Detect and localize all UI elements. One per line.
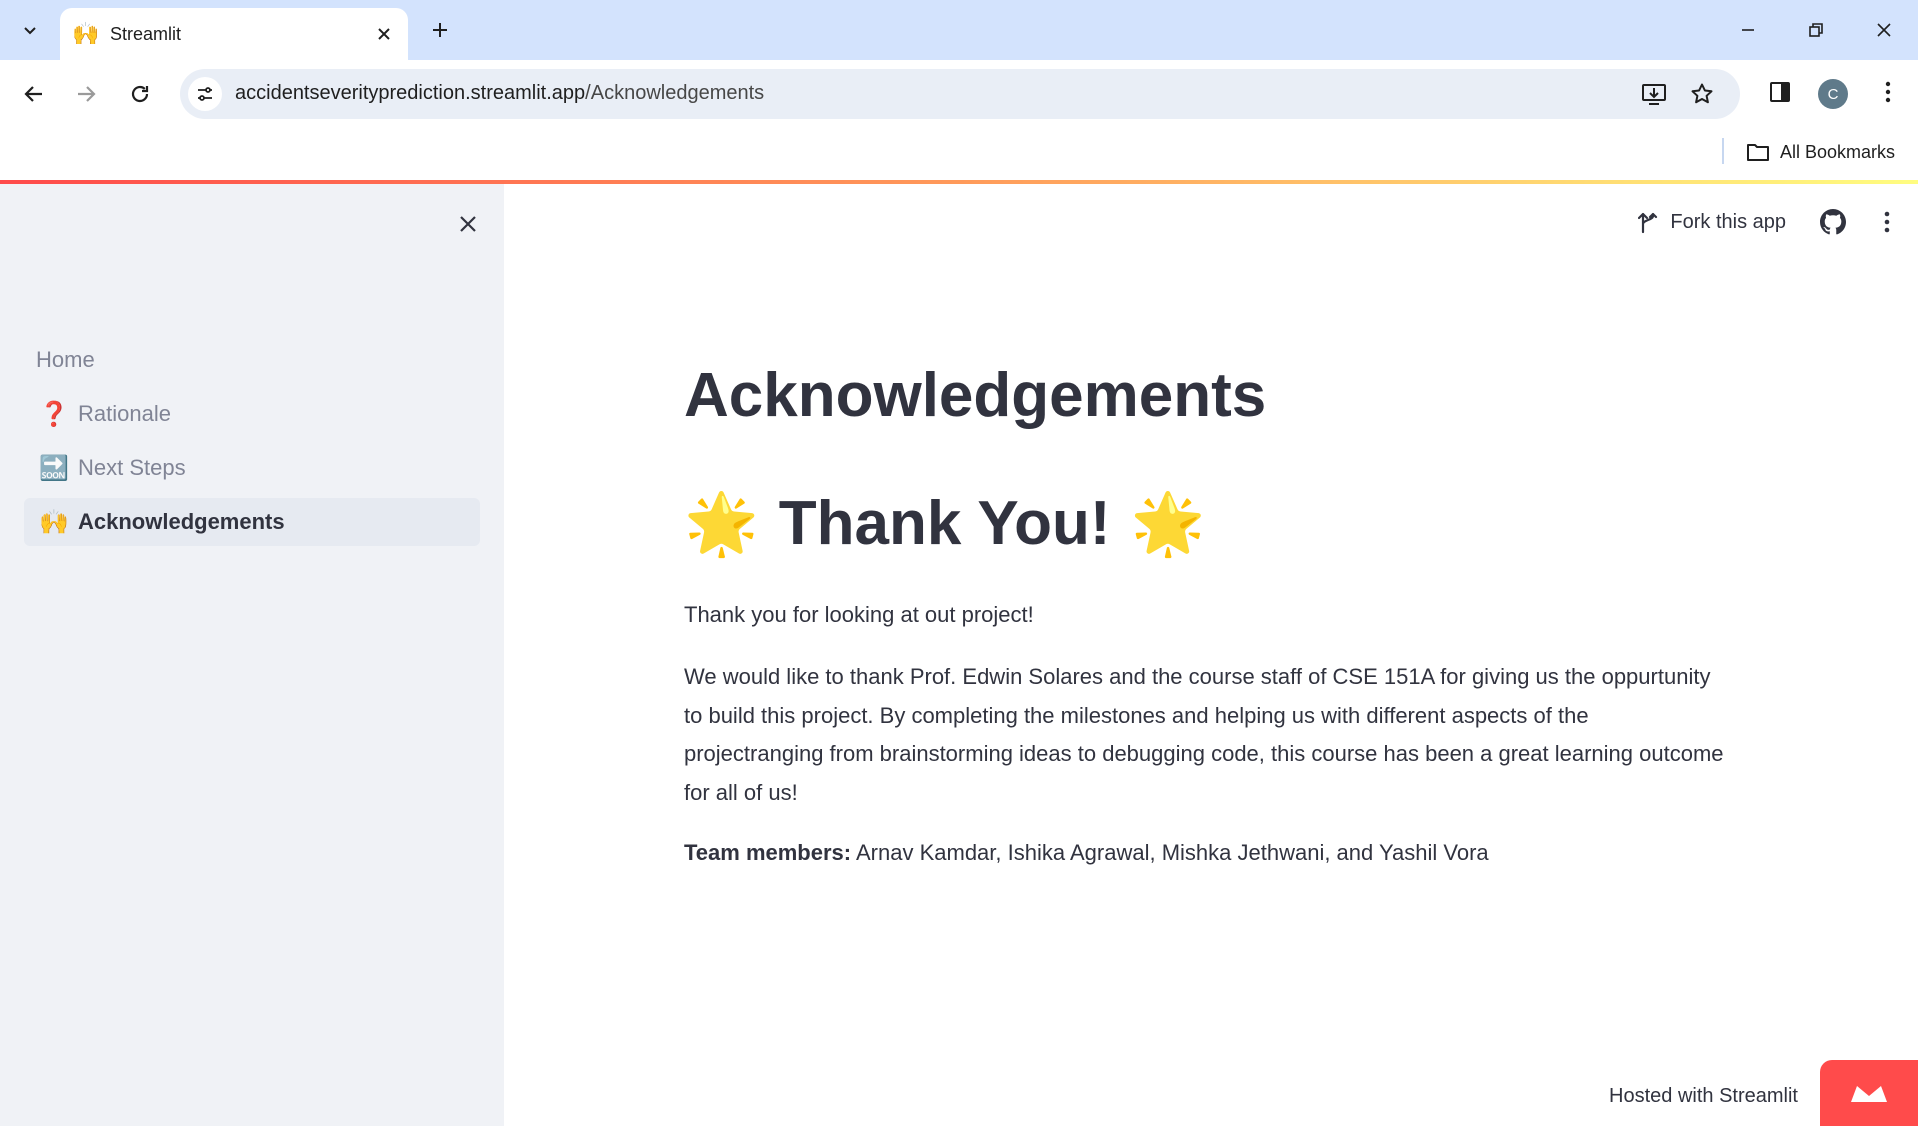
streamlit-badge[interactable] (1820, 1060, 1918, 1126)
url-path: /Acknowledgements (585, 82, 765, 104)
forward-button[interactable] (66, 74, 106, 114)
tab-close-button[interactable] (370, 20, 398, 48)
sidebar-nav: Home ❓ Rationale 🔜 Next Steps 🙌 Acknowle… (24, 336, 480, 552)
minimize-icon (1742, 29, 1754, 31)
sidebar-item-label: Next Steps (78, 455, 186, 480)
window-close-button[interactable] (1862, 12, 1906, 48)
new-tab-button[interactable] (424, 14, 456, 46)
thanks-paragraph: Thank you for looking at out project! (684, 602, 1034, 627)
thank-you-text: Thank You! (778, 489, 1111, 558)
reload-button[interactable] (120, 74, 160, 114)
soon-arrow-icon: 🔜 (39, 454, 69, 482)
sidebar-item-home[interactable]: Home (24, 336, 480, 384)
app-menu-button[interactable] (1870, 205, 1904, 239)
glowing-star-icon: 🌟 (684, 490, 759, 557)
side-panel-button[interactable] (1762, 74, 1798, 110)
sidebar-item-next-steps[interactable]: 🔜 Next Steps (24, 444, 480, 492)
side-panel-icon (1770, 82, 1790, 102)
minimize-button[interactable] (1726, 12, 1770, 48)
star-icon (1691, 83, 1713, 104)
arrow-left-icon (24, 86, 42, 102)
back-button[interactable] (14, 74, 54, 114)
all-bookmarks-label: All Bookmarks (1780, 141, 1896, 162)
page-title: Acknowledgements (684, 361, 1267, 430)
browser-toolbar: accidentseverityprediction.streamlit.app… (0, 60, 1918, 128)
browser-tab[interactable]: 🙌 Streamlit (60, 8, 408, 60)
team-members-list: Arnav Kamdar, Ishika Agrawal, Mishka Jet… (851, 840, 1489, 865)
all-bookmarks-button[interactable]: All Bookmarks (1746, 136, 1895, 168)
bookmark-star-button[interactable] (1686, 78, 1718, 110)
kebab-menu-icon (1885, 81, 1891, 103)
fork-app-label: Fork this app (1670, 210, 1786, 233)
chevron-down-icon (24, 27, 36, 35)
streamlit-crown-icon (1851, 1086, 1887, 1102)
address-bar[interactable]: accidentseverityprediction.streamlit.app… (180, 69, 1740, 119)
close-icon (460, 216, 476, 232)
reload-icon (131, 85, 149, 103)
fork-app-button[interactable]: Fork this app (1638, 210, 1786, 234)
sidebar-item-rationale[interactable]: ❓ Rationale (24, 390, 480, 438)
url-text: accidentseverityprediction.streamlit.app… (235, 82, 764, 105)
kebab-menu-icon (1884, 211, 1890, 233)
folder-icon (1747, 144, 1769, 161)
sidebar-close-button[interactable] (452, 208, 484, 240)
question-mark-icon: ❓ (39, 400, 69, 428)
app-header-actions: Fork this app (1638, 202, 1918, 242)
install-app-button[interactable] (1638, 78, 1670, 110)
fork-icon (1638, 212, 1658, 234)
sidebar-item-label: Rationale (78, 401, 171, 426)
browser-menu-button[interactable] (1870, 74, 1906, 110)
plus-icon (433, 23, 447, 37)
tune-icon (198, 87, 212, 101)
site-info-button[interactable] (188, 77, 222, 111)
sidebar-item-label: Acknowledgements (78, 509, 285, 534)
bookmarks-bar: All Bookmarks (0, 128, 1918, 180)
sidebar-item-label: Home (36, 347, 95, 372)
close-icon (378, 28, 390, 40)
hosted-with-streamlit-link[interactable]: Hosted with Streamlit (1609, 1085, 1798, 1108)
profile-avatar[interactable]: C (1818, 79, 1848, 109)
sidebar-item-acknowledgements[interactable]: 🙌 Acknowledgements (24, 498, 480, 546)
github-icon (1820, 209, 1846, 235)
restore-button[interactable] (1794, 12, 1838, 48)
thank-you-heading: 🌟 Thank You! 🌟 (684, 488, 1205, 559)
acknowledgement-paragraph: We would like to thank Prof. Edwin Solar… (684, 664, 1724, 805)
browser-tab-strip: 🙌 Streamlit (0, 0, 1918, 60)
team-members-label: Team members: (684, 840, 852, 865)
install-desktop-icon (1642, 84, 1666, 105)
sidebar: Home ❓ Rationale 🔜 Next Steps 🙌 Acknowle… (0, 184, 504, 1126)
restore-icon (1809, 23, 1823, 37)
team-members-paragraph: Team members: Arnav Kamdar, Ishika Agraw… (684, 834, 1489, 872)
tab-title: Streamlit (110, 23, 182, 44)
tab-favicon-icon: 🙌 (72, 21, 100, 46)
close-icon (1877, 23, 1891, 37)
glowing-star-icon: 🌟 (1130, 490, 1206, 557)
arrow-right-icon (78, 86, 96, 102)
raising-hands-icon: 🙌 (39, 508, 69, 536)
main-content: Fork this app Acknowledgements 🌟 Thank Y… (504, 184, 1918, 1126)
github-button[interactable] (1816, 205, 1850, 239)
bookmarks-divider (1722, 138, 1724, 164)
url-host: accidentseverityprediction.streamlit.app (235, 82, 586, 104)
tab-search-button[interactable] (12, 12, 48, 48)
